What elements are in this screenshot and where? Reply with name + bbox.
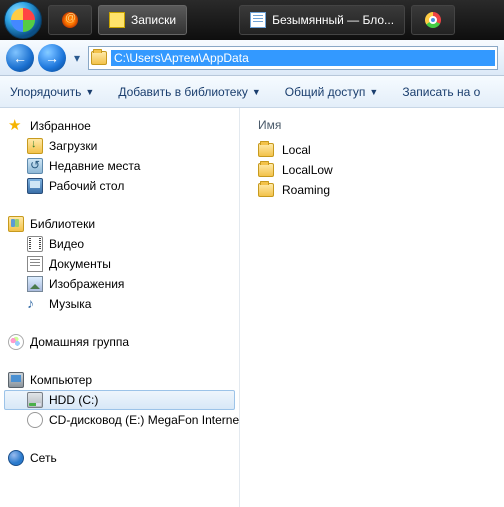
network-icon [8, 450, 24, 466]
explorer-nav-row: ← → ▾ C:\Users\Артем\AppData [0, 40, 504, 76]
sidebar-item-videos[interactable]: Видео [4, 234, 235, 254]
folder-local[interactable]: Local [254, 140, 490, 160]
desktop-icon [27, 178, 43, 194]
network-group: Сеть [4, 448, 235, 468]
share-menu[interactable]: Общий доступ▼ [285, 85, 379, 99]
favorites-header[interactable]: ★ Избранное [4, 116, 235, 136]
addlib-label: Добавить в библиотеку [118, 85, 248, 99]
forward-button[interactable]: → [38, 44, 66, 72]
homegroup-label: Домашняя группа [30, 335, 129, 349]
item-label: Музыка [49, 297, 91, 311]
item-label: Изображения [49, 277, 124, 291]
taskbar-mail[interactable] [48, 5, 92, 35]
document-icon [27, 256, 43, 272]
libraries-group: Библиотеки Видео Документы Изображения ♪… [4, 214, 235, 314]
folder-icon [91, 51, 107, 65]
taskbar-sticky-notes[interactable]: Записки [98, 5, 187, 35]
favorites-label: Избранное [30, 119, 91, 133]
taskbar: Записки Безымянный — Бло... [0, 0, 504, 40]
computer-icon [8, 372, 24, 388]
hdd-icon [27, 392, 43, 408]
computer-header[interactable]: Компьютер [4, 370, 235, 390]
music-icon: ♪ [27, 296, 43, 312]
homegroup-header[interactable]: Домашняя группа [4, 332, 235, 352]
chrome-icon [425, 12, 441, 28]
computer-group: Компьютер HDD (C:) CD-дисковод (E:) Mega… [4, 370, 235, 430]
network-label: Сеть [30, 451, 57, 465]
sidebar-item-recent[interactable]: Недавние места [4, 156, 235, 176]
explorer-toolbar: Упорядочить ▼ Добавить в библиотеку ▼ Общи… [0, 76, 504, 108]
pictures-icon [27, 276, 43, 292]
navigation-pane: ★ Избранное Загрузки Недавние места Рабоч… [0, 108, 240, 507]
chevron-down-icon: ▼ [252, 87, 261, 97]
folder-label: LocalLow [282, 163, 333, 177]
homegroup-group: Домашняя группа [4, 332, 235, 352]
download-icon [27, 138, 43, 154]
back-button[interactable]: ← [6, 44, 34, 72]
explorer-main: ★ Избранное Загрузки Недавние места Рабоч… [0, 108, 504, 507]
video-icon [27, 236, 43, 252]
sidebar-item-downloads[interactable]: Загрузки [4, 136, 235, 156]
item-label: Рабочий стол [49, 179, 124, 193]
taskbar-chrome[interactable] [411, 5, 455, 35]
computer-label: Компьютер [30, 373, 92, 387]
burn-button[interactable]: Записать на о [402, 85, 480, 99]
folder-locallow[interactable]: LocalLow [254, 160, 490, 180]
favorites-group: ★ Избранное Загрузки Недавние места Рабоч… [4, 116, 235, 196]
mail-icon [62, 12, 78, 28]
share-label: Общий доступ [285, 85, 366, 99]
item-label: Видео [49, 237, 84, 251]
sticky-note-icon [109, 12, 125, 28]
folder-icon [258, 163, 274, 177]
homegroup-icon [8, 334, 24, 350]
sidebar-item-hdd-c[interactable]: HDD (C:) [4, 390, 235, 410]
burn-label: Записать на о [402, 85, 480, 99]
libraries-icon [8, 216, 24, 232]
organize-menu[interactable]: Упорядочить ▼ [10, 85, 94, 99]
notepad-icon [250, 12, 266, 28]
sidebar-item-desktop[interactable]: Рабочий стол [4, 176, 235, 196]
libraries-label: Библиотеки [30, 217, 95, 231]
taskbar-label: Безымянный — Бло... [272, 13, 394, 27]
address-path[interactable]: C:\Users\Артем\AppData [111, 50, 495, 66]
sidebar-item-pictures[interactable]: Изображения [4, 274, 235, 294]
folder-icon [258, 183, 274, 197]
column-header-name[interactable]: Имя [254, 116, 490, 140]
add-to-library-menu[interactable]: Добавить в библиотеку ▼ [118, 85, 260, 99]
item-label: HDD (C:) [49, 393, 98, 407]
chevron-down-icon: ▼ [85, 87, 94, 97]
sidebar-item-documents[interactable]: Документы [4, 254, 235, 274]
item-label: Недавние места [49, 159, 140, 173]
folder-icon [258, 143, 274, 157]
item-label: CD-дисковод (E:) MegaFon Internet [49, 413, 240, 427]
network-header[interactable]: Сеть [4, 448, 235, 468]
history-dropdown[interactable]: ▾ [70, 46, 84, 70]
recent-icon [27, 158, 43, 174]
item-label: Документы [49, 257, 111, 271]
libraries-header[interactable]: Библиотеки [4, 214, 235, 234]
start-button[interactable] [4, 1, 42, 39]
item-label: Загрузки [49, 139, 97, 153]
star-icon: ★ [8, 118, 24, 134]
cd-icon [27, 412, 43, 428]
chevron-down-icon: ▼ [369, 87, 378, 97]
address-bar[interactable]: C:\Users\Артем\AppData [88, 46, 498, 70]
content-pane: Имя Local LocalLow Roaming [240, 108, 504, 507]
taskbar-label: Записки [131, 13, 176, 27]
sidebar-item-cd-drive[interactable]: CD-дисковод (E:) MegaFon Internet [4, 410, 235, 430]
folder-label: Local [282, 143, 311, 157]
folder-label: Roaming [282, 183, 330, 197]
folder-roaming[interactable]: Roaming [254, 180, 490, 200]
sidebar-item-music[interactable]: ♪ Музыка [4, 294, 235, 314]
organize-label: Упорядочить [10, 85, 81, 99]
taskbar-notepad[interactable]: Безымянный — Бло... [239, 5, 405, 35]
